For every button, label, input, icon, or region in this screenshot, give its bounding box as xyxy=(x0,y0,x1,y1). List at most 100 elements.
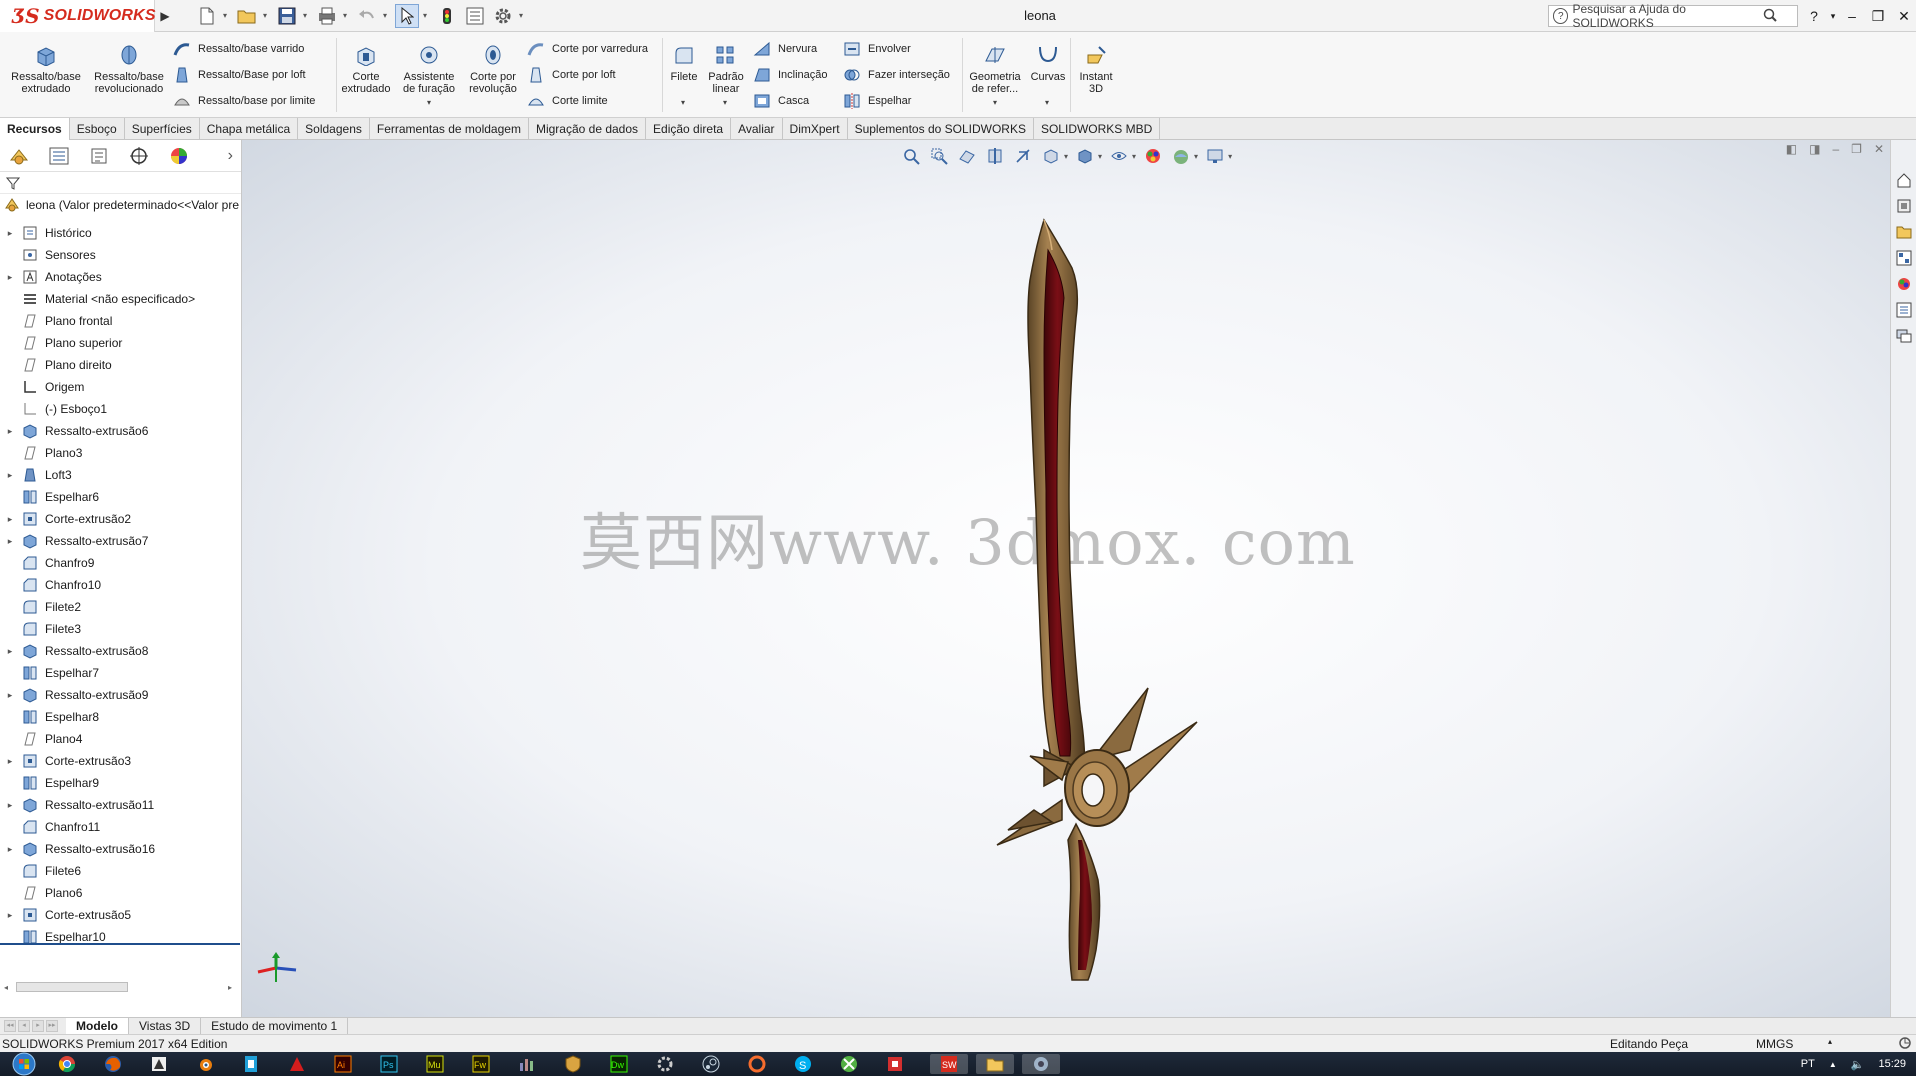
shell-button[interactable]: Casca xyxy=(752,90,809,112)
filter-icon[interactable] xyxy=(6,176,20,190)
tab-suplementos[interactable]: Suplementos do SOLIDWORKS xyxy=(848,118,1034,140)
last-tab-icon[interactable]: ▸▸ xyxy=(46,1020,58,1032)
origin-app-icon[interactable] xyxy=(746,1054,768,1074)
boundary-boss-button[interactable]: Ressalto/base por limite xyxy=(172,90,315,112)
chevron-down-icon[interactable]: ▾ xyxy=(263,11,271,20)
tree-item[interactable]: ▸ Ressalto-extrusão8 xyxy=(0,640,240,662)
custom-properties-icon[interactable] xyxy=(1894,300,1914,320)
expand-arrow-icon[interactable]: ▸ xyxy=(0,536,20,547)
tab-dimxpert[interactable]: DimXpert xyxy=(783,118,848,140)
options-gear-icon[interactable] xyxy=(491,4,515,28)
expand-arrow-icon[interactable]: ▸ xyxy=(0,514,20,525)
app-chart-icon[interactable] xyxy=(516,1054,538,1074)
zoom-to-area-icon[interactable] xyxy=(928,145,950,167)
first-tab-icon[interactable]: ◂◂ xyxy=(4,1020,16,1032)
tree-item[interactable]: Filete3 xyxy=(0,618,240,640)
zoom-to-fit-icon[interactable] xyxy=(900,145,922,167)
tree-filter[interactable] xyxy=(0,172,241,194)
app-taskbar-icon[interactable] xyxy=(1022,1054,1060,1074)
restore-icon[interactable]: ❐ xyxy=(1866,8,1890,25)
design-library-icon[interactable] xyxy=(1894,196,1914,216)
panel-horizontal-scrollbar[interactable]: ◂ ▸ xyxy=(0,980,240,994)
menu-expand-icon[interactable]: ▶ xyxy=(155,0,175,32)
windows-start-icon[interactable] xyxy=(10,1052,38,1076)
tree-item[interactable]: Filete6 xyxy=(0,860,240,882)
tree-item[interactable]: ▸ Anotações xyxy=(0,266,240,288)
wrap-button[interactable]: Envolver xyxy=(842,38,911,60)
scroll-left-icon[interactable]: ◂ xyxy=(4,983,8,992)
expand-arrow-icon[interactable]: ▸ xyxy=(0,800,20,811)
reference-geometry-button[interactable]: Geometria de refer... xyxy=(964,42,1026,95)
next-tab-icon[interactable]: ▸ xyxy=(32,1020,44,1032)
select-pointer-icon[interactable] xyxy=(395,3,419,28)
file-explorer-icon[interactable] xyxy=(1894,222,1914,242)
tab-esboco[interactable]: Esboço xyxy=(70,118,125,140)
chevron-down-icon[interactable]: ▾ xyxy=(223,11,231,20)
tree-item[interactable]: ▸ Ressalto-extrusão6 xyxy=(0,420,240,442)
restore-icon[interactable]: ❐ xyxy=(1851,142,1862,156)
fillet-button[interactable]: Filete xyxy=(666,42,702,83)
configuration-manager-tab-icon[interactable] xyxy=(86,144,112,168)
tree-item[interactable]: ▸ Ressalto-extrusão16 xyxy=(0,838,240,860)
sword-3d-model[interactable] xyxy=(912,190,1472,1017)
volume-icon[interactable]: 🔈 xyxy=(1851,1058,1865,1071)
new-document-icon[interactable] xyxy=(195,4,219,28)
expand-arrow-icon[interactable]: ▸ xyxy=(0,272,20,283)
view-orientation-icon[interactable] xyxy=(1040,145,1062,167)
view-palette-icon[interactable] xyxy=(1894,248,1914,268)
prev-tab-icon[interactable]: ◂ xyxy=(18,1020,30,1032)
chevron-down-icon[interactable]: ▾ xyxy=(1045,98,1049,107)
firefox-icon[interactable] xyxy=(102,1054,124,1074)
chrome-icon[interactable] xyxy=(56,1054,78,1074)
minimize-icon[interactable]: – xyxy=(1840,8,1864,24)
expand-arrow-icon[interactable]: ▸ xyxy=(0,426,20,437)
tab-solidworks-mbd[interactable]: SOLIDWORKS MBD xyxy=(1034,118,1161,140)
extruded-boss-button[interactable]: Ressalto/base extrudado xyxy=(8,42,84,95)
tile-right-icon[interactable]: ◨ xyxy=(1809,142,1820,156)
tree-item[interactable]: Filete2 xyxy=(0,596,240,618)
revolved-boss-button[interactable]: Ressalto/base revolucionado xyxy=(88,42,170,95)
muse-icon[interactable]: Mu xyxy=(424,1054,446,1074)
dimxpert-manager-tab-icon[interactable] xyxy=(126,144,152,168)
help-menu-icon[interactable]: ? xyxy=(1802,8,1826,24)
tree-root-part[interactable]: leona (Valor predeterminado<<Valor pre xyxy=(0,194,241,216)
swept-cut-button[interactable]: Corte por varredura xyxy=(526,38,648,60)
blender-icon[interactable] xyxy=(194,1054,216,1074)
minimize-icon[interactable]: – xyxy=(1832,142,1839,156)
expand-arrow-icon[interactable]: ▸ xyxy=(0,228,20,239)
swept-boss-button[interactable]: Ressalto/base varrido xyxy=(172,38,304,60)
chevron-down-icon[interactable]: ▾ xyxy=(1828,11,1838,22)
tab-soldagens[interactable]: Soldagens xyxy=(298,118,370,140)
appearances-icon[interactable] xyxy=(1894,274,1914,294)
chevron-down-icon[interactable]: ▾ xyxy=(1132,152,1136,161)
help-search-input[interactable]: ? Pesquisar a Ajuda do SOLIDWORKS xyxy=(1548,2,1798,30)
tree-item[interactable]: Plano frontal xyxy=(0,310,240,332)
display-style-icon[interactable] xyxy=(1074,145,1096,167)
tree-item[interactable]: Chanfro9 xyxy=(0,552,240,574)
tree-item[interactable]: Plano direito xyxy=(0,354,240,376)
tree-item[interactable]: ▸ Corte-extrusão2 xyxy=(0,508,240,530)
tree-item[interactable]: ▸ Corte-extrusão3 xyxy=(0,750,240,772)
instant3d-button[interactable]: Instant 3D xyxy=(1074,42,1118,95)
lofted-boss-button[interactable]: Ressalto/Base por loft xyxy=(172,64,306,86)
chevron-right-icon[interactable]: › xyxy=(228,147,233,165)
chevron-down-icon[interactable]: ▾ xyxy=(993,98,997,107)
close-icon[interactable]: ✕ xyxy=(1892,8,1916,25)
tree-item[interactable]: Material <não especificado> xyxy=(0,288,240,310)
acrobat-icon[interactable] xyxy=(286,1054,308,1074)
chevron-down-icon[interactable]: ▾ xyxy=(1098,152,1102,161)
display-manager-tab-icon[interactable] xyxy=(166,144,192,168)
xbox-icon[interactable] xyxy=(838,1054,860,1074)
rollback-bar[interactable] xyxy=(0,943,240,945)
rib-button[interactable]: Nervura xyxy=(752,38,817,60)
property-manager-tab-icon[interactable] xyxy=(46,144,72,168)
open-folder-icon[interactable] xyxy=(235,4,259,28)
curves-button[interactable]: Curvas xyxy=(1030,42,1066,83)
chevron-down-icon[interactable]: ▾ xyxy=(427,98,431,107)
tree-item[interactable]: Plano4 xyxy=(0,728,240,750)
tab-estudo-de-movimento[interactable]: Estudo de movimento 1 xyxy=(201,1017,349,1035)
undo-icon[interactable] xyxy=(355,4,379,28)
solidworks-taskbar-icon[interactable]: SW xyxy=(930,1054,968,1074)
tree-item[interactable]: ▸ Histórico xyxy=(0,222,240,244)
scroll-right-icon[interactable]: ▸ xyxy=(228,983,232,992)
